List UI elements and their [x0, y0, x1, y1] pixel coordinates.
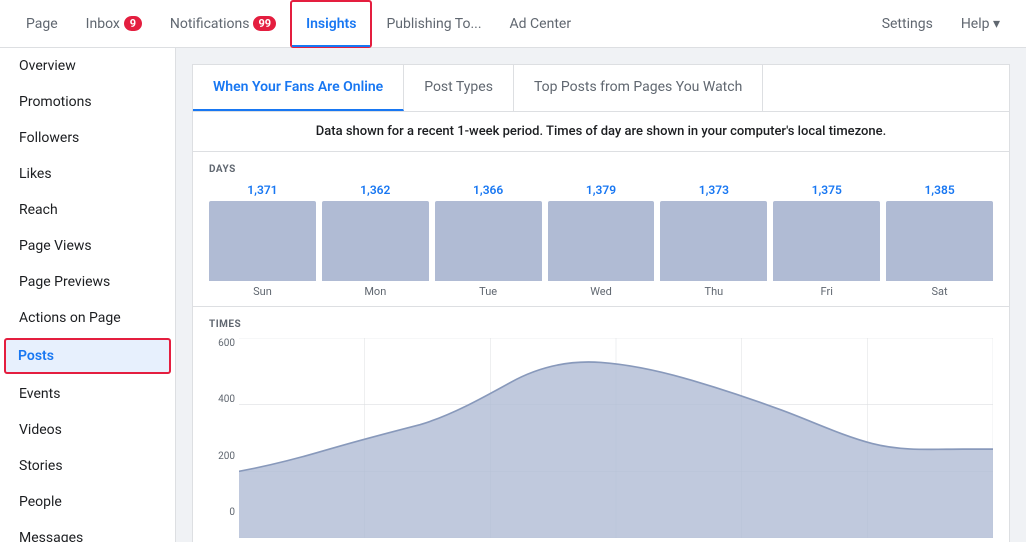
day-bar-fri	[773, 201, 880, 281]
tab-post-types[interactable]: Post Types	[404, 65, 514, 111]
day-count-wed: 1,379	[586, 183, 616, 197]
nav-insights[interactable]: Insights	[290, 0, 372, 48]
y-label-600: 600	[209, 338, 235, 349]
sidebar-item-followers[interactable]: Followers	[0, 120, 175, 156]
notifications-badge: 99	[253, 16, 276, 31]
sidebar-item-promotions[interactable]: Promotions	[0, 84, 175, 120]
nav-publishing-label: Publishing To...	[386, 16, 481, 32]
day-col-mon: 1,362 Mon	[322, 183, 429, 306]
day-col-sun: 1,371 Sun	[209, 183, 316, 306]
y-axis: 600 400 200 0	[209, 338, 235, 538]
nav-inbox[interactable]: Inbox 9	[72, 0, 156, 48]
nav-left: Page Inbox 9 Notifications 99 Insights P…	[12, 0, 585, 48]
day-col-fri: 1,375 Fri	[773, 183, 880, 306]
chart-area: 600 400 200 0	[239, 338, 993, 538]
nav-page-label: Page	[26, 16, 58, 32]
day-count-sat: 1,385	[924, 183, 954, 197]
tab-top-posts[interactable]: Top Posts from Pages You Watch	[514, 65, 763, 111]
nav-settings[interactable]: Settings	[868, 0, 947, 48]
sidebar-item-overview[interactable]: Overview	[0, 48, 175, 84]
nav-publishing[interactable]: Publishing To...	[372, 0, 495, 48]
y-label-0: 0	[209, 507, 235, 518]
nav-insights-label: Insights	[306, 16, 356, 32]
sidebar-item-stories[interactable]: Stories	[0, 448, 175, 484]
nav-settings-label: Settings	[882, 16, 933, 32]
main-content: When Your Fans Are Online Post Types Top…	[176, 48, 1026, 542]
x-axis: 3:00 AM 6:00 AM 9:00 AM 3:00 PM 6:00 PM …	[239, 538, 993, 542]
nav-notifications-label: Notifications	[170, 16, 250, 32]
sidebar-item-people[interactable]: People	[0, 484, 175, 520]
sidebar-item-posts[interactable]: Posts	[4, 338, 171, 374]
sidebar-item-videos[interactable]: Videos	[0, 412, 175, 448]
day-bar-sun	[209, 201, 316, 281]
day-bar-mon	[322, 201, 429, 281]
nav-notifications[interactable]: Notifications 99	[156, 0, 290, 48]
sidebar-item-pagepreviews[interactable]: Page Previews	[0, 264, 175, 300]
day-bar-tue	[435, 201, 542, 281]
day-col-thu: 1,373 Thu	[660, 183, 767, 306]
day-label-tue: Tue	[479, 285, 497, 306]
day-count-thu: 1,373	[699, 183, 729, 197]
day-bar-thu	[660, 201, 767, 281]
sidebar-item-events[interactable]: Events	[0, 376, 175, 412]
info-box: Data shown for a recent 1-week period. T…	[192, 111, 1010, 152]
times-section: TIMES 600 400 200 0	[192, 307, 1010, 542]
nav-adcenter-label: Ad Center	[510, 16, 572, 32]
day-count-fri: 1,375	[812, 183, 842, 197]
layout: Overview Promotions Followers Likes Reac…	[0, 48, 1026, 542]
day-bar-wed	[548, 201, 655, 281]
day-label-wed: Wed	[590, 285, 612, 306]
nav-adcenter[interactable]: Ad Center	[496, 0, 586, 48]
day-bar-sat	[886, 201, 993, 281]
day-label-fri: Fri	[821, 285, 833, 306]
day-label-thu: Thu	[705, 285, 724, 306]
day-label-mon: Mon	[364, 285, 386, 306]
nav-page[interactable]: Page	[12, 0, 72, 48]
tab-bar: When Your Fans Are Online Post Types Top…	[192, 64, 1010, 111]
times-svg-chart	[239, 338, 993, 538]
nav-help-label: Help ▾	[961, 16, 1000, 32]
day-label-sat: Sat	[932, 285, 948, 306]
times-chart-wrapper: 600 400 200 0	[209, 338, 993, 542]
y-label-200: 200	[209, 451, 235, 462]
top-nav: Page Inbox 9 Notifications 99 Insights P…	[0, 0, 1026, 48]
day-col-sat: 1,385 Sat	[886, 183, 993, 306]
inbox-badge: 9	[124, 16, 142, 31]
times-label: TIMES	[209, 319, 993, 330]
sidebar-item-messages[interactable]: Messages	[0, 520, 175, 542]
day-label-sun: Sun	[253, 285, 272, 306]
nav-right: Settings Help ▾	[868, 0, 1014, 48]
days-grid: 1,371 Sun 1,362 Mon 1,366 Tue 1,379 Wed 1,373 Thu…	[209, 183, 993, 306]
sidebar-item-likes[interactable]: Likes	[0, 156, 175, 192]
days-section: DAYS 1,371Sun1,362Mon1,366Tue1,379Wed1,3…	[192, 152, 1010, 307]
day-count-tue: 1,366	[473, 183, 503, 197]
day-col-wed: 1,379 Wed	[548, 183, 655, 306]
days-label: DAYS	[209, 164, 993, 175]
tab-fans-online[interactable]: When Your Fans Are Online	[193, 65, 404, 111]
day-count-sun: 1,371	[247, 183, 277, 197]
day-col-tue: 1,366 Tue	[435, 183, 542, 306]
day-count-mon: 1,362	[360, 183, 390, 197]
nav-help[interactable]: Help ▾	[947, 0, 1014, 48]
sidebar-item-pageviews[interactable]: Page Views	[0, 228, 175, 264]
sidebar-item-reach[interactable]: Reach	[0, 192, 175, 228]
nav-inbox-label: Inbox	[86, 16, 120, 32]
y-label-400: 400	[209, 394, 235, 405]
sidebar: Overview Promotions Followers Likes Reac…	[0, 48, 176, 542]
sidebar-item-actions[interactable]: Actions on Page	[0, 300, 175, 336]
